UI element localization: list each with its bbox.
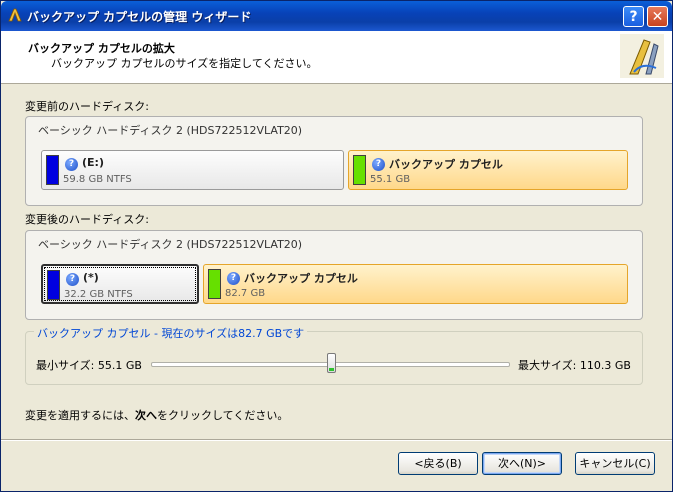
window-title: バックアップ カプセルの管理 ウィザード bbox=[27, 10, 252, 24]
after-partition-star[interactable]: ? (*) 32.2 GB NTFS bbox=[41, 264, 199, 304]
wizard-window: バックアップ カプセルの管理 ウィザード ? ✕ バックアップ カプセルの拡大 … bbox=[0, 0, 673, 492]
partition-name: (*) bbox=[83, 271, 99, 284]
max-size-label: 最大サイズ: 110.3 GB bbox=[518, 359, 631, 372]
partition-name: バックアップ カプセル bbox=[244, 272, 358, 285]
partition-color-bar bbox=[47, 270, 60, 300]
size-slider-thumb[interactable] bbox=[327, 353, 336, 373]
before-partition-e[interactable]: ? (E:) 59.8 GB NTFS bbox=[41, 150, 344, 190]
instruction-next-word: 次へ bbox=[135, 409, 157, 422]
partition-size: 59.8 GB NTFS bbox=[63, 174, 132, 185]
partition-color-bar bbox=[353, 155, 366, 185]
instruction-prefix: 変更を適用するには、 bbox=[25, 409, 135, 422]
before-disk-label: 変更前のハードディスク: bbox=[25, 100, 149, 113]
partition-color-bar bbox=[208, 269, 221, 299]
current-size-label: バックアップ カプセル - 現在のサイズは82.7 GBです bbox=[34, 325, 308, 341]
back-button[interactable]: <戻る(B) bbox=[398, 452, 478, 475]
button-separator bbox=[1, 439, 672, 441]
help-icon: ? bbox=[66, 273, 79, 286]
help-icon: ? bbox=[65, 158, 78, 171]
page-subtitle: バックアップ カプセルのサイズを指定してください。 bbox=[51, 57, 318, 70]
partition-size: 32.2 GB NTFS bbox=[64, 289, 133, 300]
help-icon: ? bbox=[227, 272, 240, 285]
close-button[interactable]: ✕ bbox=[647, 6, 668, 27]
after-disk-title: ベーシック ハードディスク 2 (HDS722512VLAT20) bbox=[38, 238, 303, 251]
page-title: バックアップ カプセルの拡大 bbox=[28, 42, 175, 55]
partition-size: 55.1 GB bbox=[370, 174, 411, 185]
next-button[interactable]: 次へ(N)> bbox=[482, 452, 562, 475]
before-disk-panel: ベーシック ハードディスク 2 (HDS722512VLAT20) ? (E:)… bbox=[25, 116, 643, 206]
before-disk-title: ベーシック ハードディスク 2 (HDS722512VLAT20) bbox=[38, 124, 303, 137]
instruction-text: 変更を適用するには、次へをクリックしてください。 bbox=[25, 407, 288, 423]
title-bar: バックアップ カプセルの管理 ウィザード ? ✕ bbox=[1, 1, 672, 31]
instruction-suffix: をクリックしてください。 bbox=[157, 409, 289, 422]
after-disk-panel: ベーシック ハードディスク 2 (HDS722512VLAT20) ? (*) … bbox=[25, 230, 643, 320]
after-partition-backup[interactable]: ? バックアップ カプセル 82.7 GB bbox=[203, 264, 628, 304]
before-partition-backup[interactable]: ? バックアップ カプセル 55.1 GB bbox=[348, 150, 628, 190]
help-button[interactable]: ? bbox=[623, 6, 644, 27]
after-disk-label: 変更後のハードディスク: bbox=[25, 213, 149, 226]
partition-name: (E:) bbox=[82, 156, 104, 169]
min-size-label: 最小サイズ: 55.1 GB bbox=[36, 359, 142, 372]
partition-size: 82.7 GB bbox=[225, 288, 266, 299]
backup-app-icon bbox=[8, 8, 22, 22]
partition-color-bar bbox=[46, 155, 59, 185]
wizard-tools-icon bbox=[620, 34, 664, 78]
help-icon: ? bbox=[372, 158, 385, 171]
wizard-header: バックアップ カプセルの拡大 バックアップ カプセルのサイズを指定してください。 bbox=[1, 31, 672, 84]
cancel-button[interactable]: キャンセル(C) bbox=[575, 452, 655, 475]
partition-name: バックアップ カプセル bbox=[389, 158, 503, 171]
